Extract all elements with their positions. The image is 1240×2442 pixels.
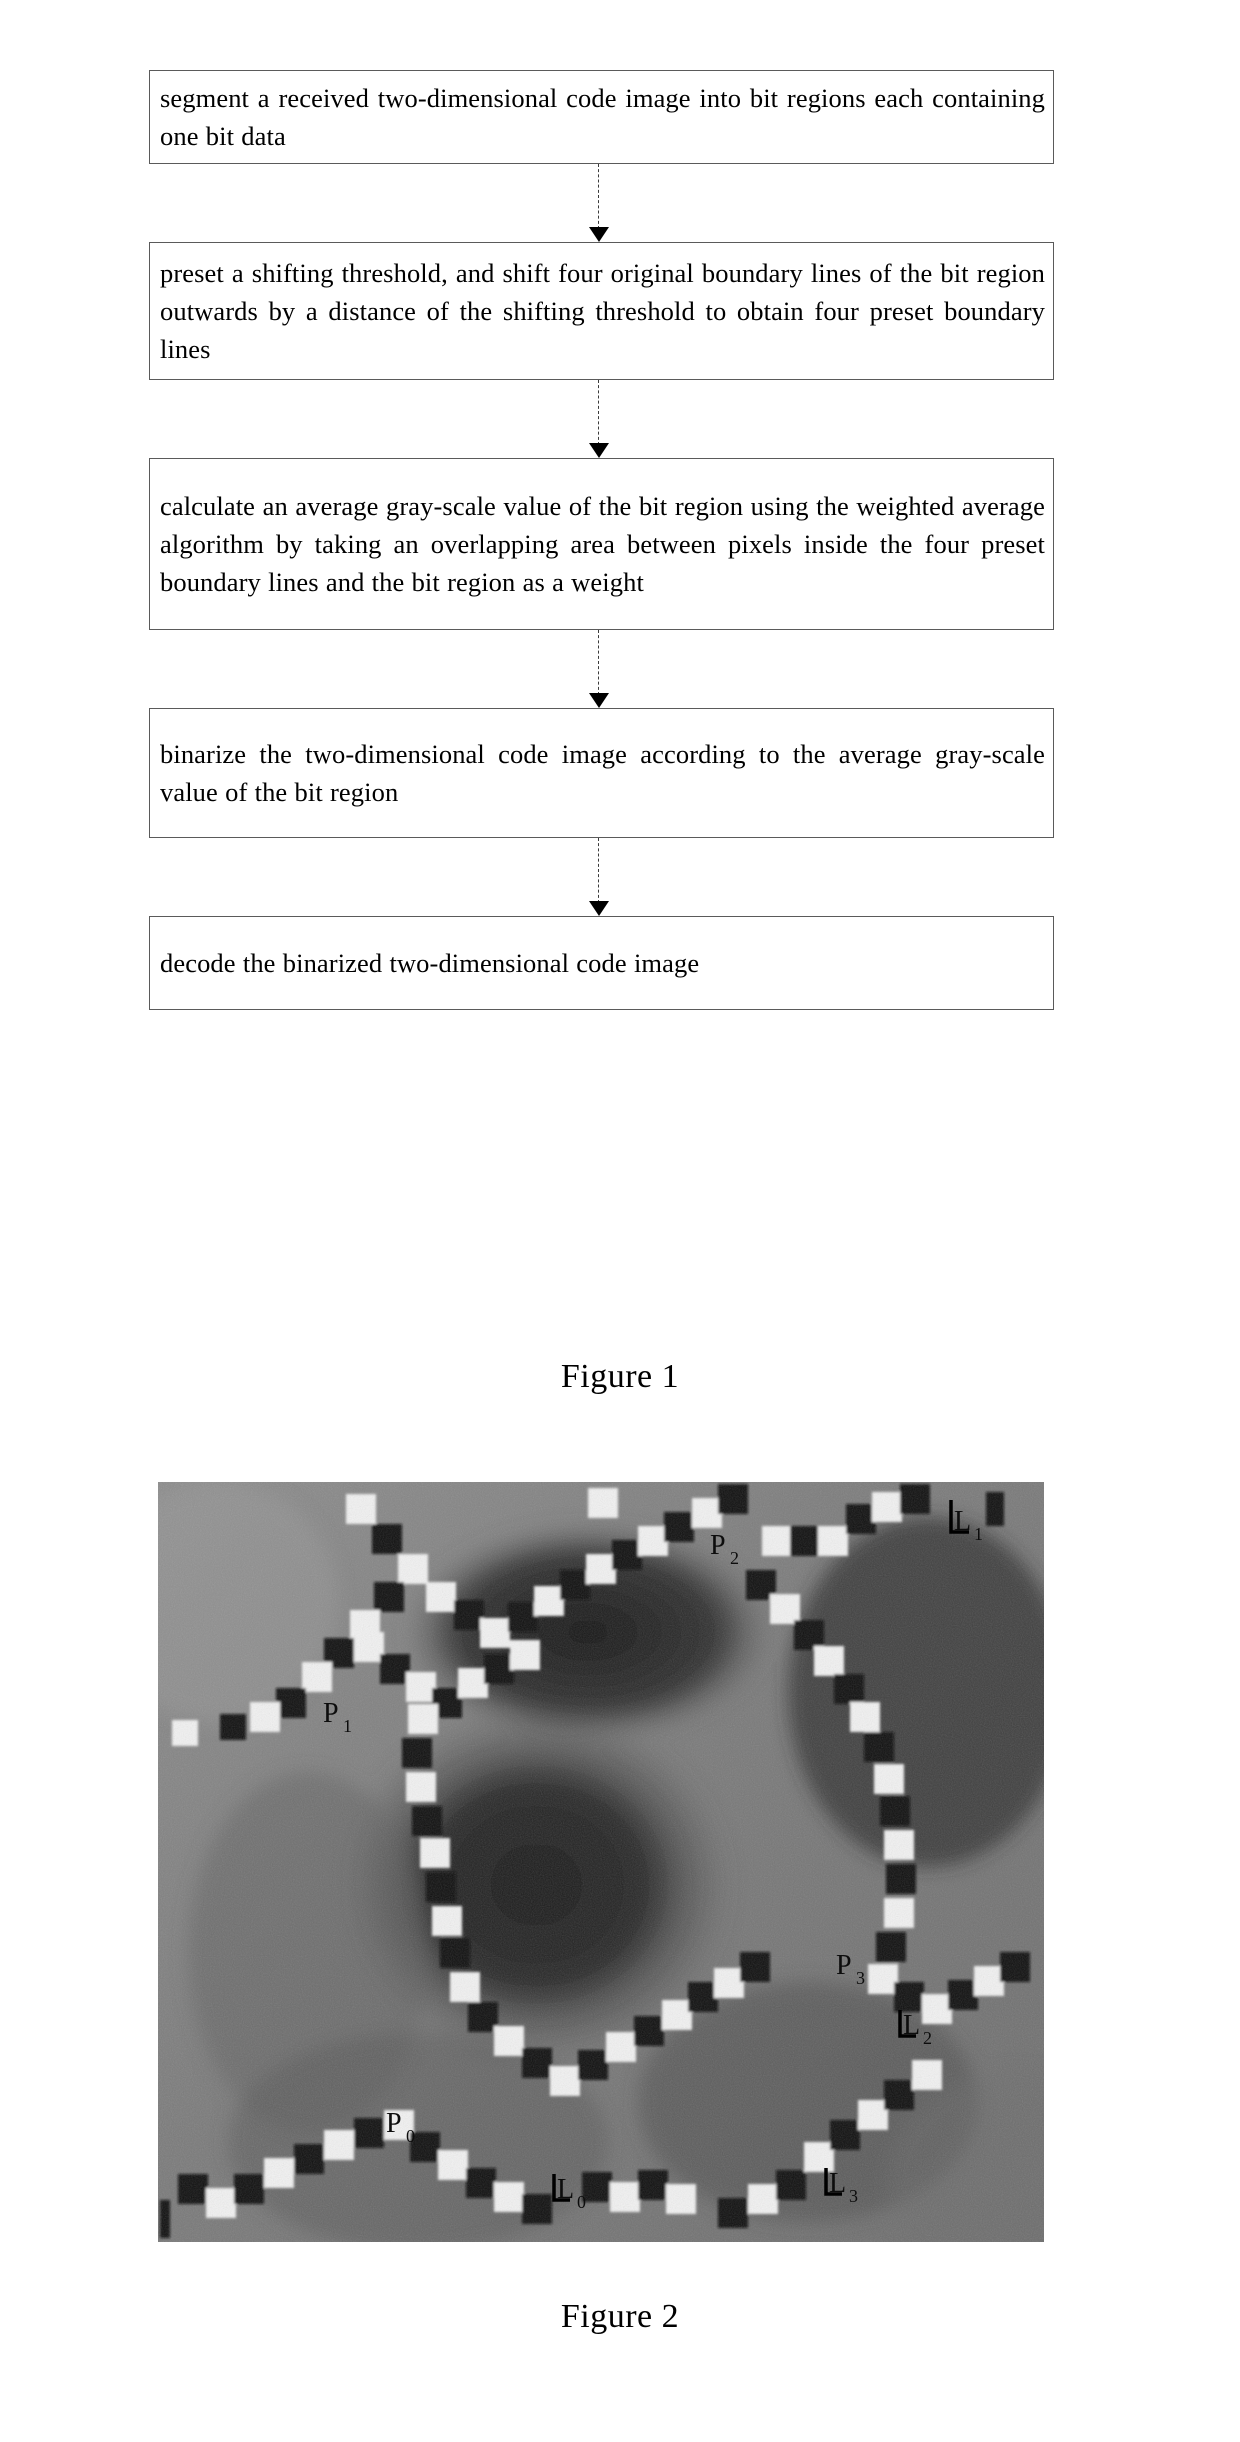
photo-noise-overlay: [158, 1482, 1044, 2242]
annotation-P1-sub: 1: [343, 1716, 352, 1736]
figure-2-image: L 1 P 2 P 1 P 3 L 2 P 0 L 0 L 3: [158, 1482, 1044, 2242]
annotation-P1-label: P: [323, 1698, 339, 1729]
flowchart-step-3-label: calculate an average gray-scale value of…: [160, 491, 1045, 597]
figure-1-flowchart: segment a received two-dimensional code …: [0, 0, 1240, 1420]
annotation-L2-label: L: [903, 2010, 920, 2041]
annotation-P0-label: P: [386, 2108, 402, 2139]
arrow-stem: [598, 380, 599, 445]
annotation-P3-sub: 3: [856, 1968, 865, 1988]
arrow-stem: [598, 164, 599, 229]
flowchart-step-4-label: binarize the two-dimensional code image …: [160, 739, 1045, 807]
flowchart-step-2: preset a shifting threshold, and shift f…: [149, 242, 1054, 380]
flowchart-step-5-label: decode the binarized two-dimensional cod…: [160, 948, 700, 978]
arrow-stem: [598, 838, 599, 903]
flowchart-arrow-2: [589, 380, 609, 458]
flowchart-step-2-label: preset a shifting threshold, and shift f…: [160, 258, 1045, 364]
arrow-head-icon: [589, 693, 609, 708]
flowchart-step-4: binarize the two-dimensional code image …: [149, 708, 1054, 838]
annotation-P2-label: P: [710, 1530, 726, 1561]
arrow-head-icon: [589, 227, 609, 242]
annotation-P3-label: P: [836, 1950, 852, 1981]
figure-1-caption: Figure 1: [560, 1358, 680, 1395]
annotation-P0-sub: 0: [406, 2126, 415, 2146]
arrow-stem: [598, 630, 599, 695]
flowchart-arrow-3: [589, 630, 609, 708]
flowchart-step-1-label: segment a received two-dimensional code …: [160, 83, 1045, 151]
flowchart-step-1: segment a received two-dimensional code …: [149, 70, 1054, 164]
annotation-L1-label: L: [954, 1506, 971, 1537]
arrow-head-icon: [589, 443, 609, 458]
annotation-P2-sub: 2: [730, 1548, 739, 1568]
annotation-L1-sub: 1: [974, 1524, 983, 1544]
flowchart-arrow-4: [589, 838, 609, 916]
flowchart-step-3: calculate an average gray-scale value of…: [149, 458, 1054, 630]
flowchart-step-5: decode the binarized two-dimensional cod…: [149, 916, 1054, 1010]
two-dimensional-code-photo: L 1 P 2 P 1 P 3 L 2 P 0 L 0 L 3: [158, 1482, 1044, 2242]
arrow-head-icon: [589, 901, 609, 916]
figure-2-caption: Figure 2: [560, 2298, 680, 2335]
annotation-L3-sub: 3: [849, 2186, 858, 2206]
annotation-L2-sub: 2: [923, 2028, 932, 2048]
annotation-L0-label: L: [557, 2174, 574, 2205]
flowchart-arrow-1: [589, 164, 609, 242]
annotation-L3-label: L: [829, 2168, 846, 2199]
annotation-L0-sub: 0: [577, 2192, 586, 2212]
